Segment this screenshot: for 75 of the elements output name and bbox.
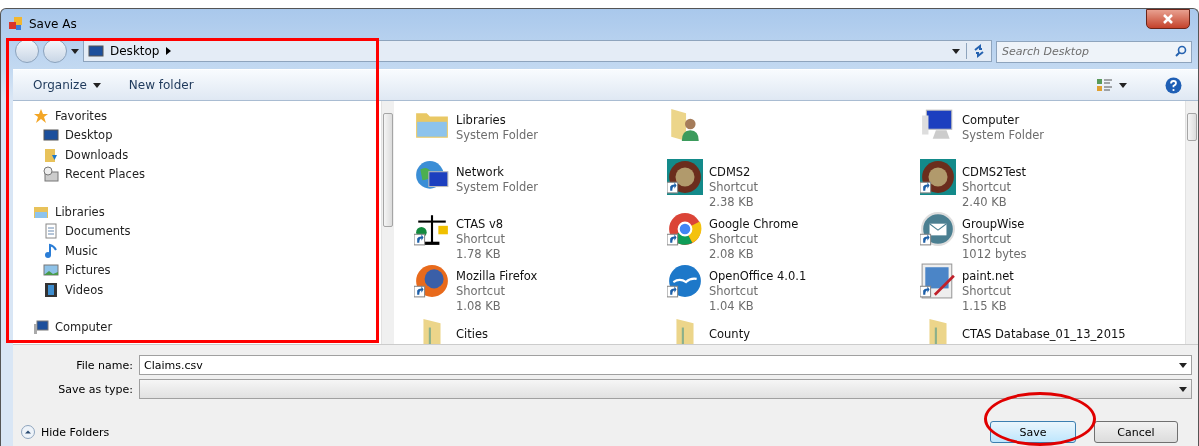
envelope-icon (920, 211, 956, 247)
file-name-field[interactable]: Claims.csv (139, 355, 1192, 375)
nav-item[interactable]: Music (33, 241, 98, 261)
star-icon (33, 107, 49, 124)
nav-item[interactable]: Documents (33, 221, 131, 241)
field-label: Save as type: (57, 382, 134, 396)
round-logo-icon (667, 211, 703, 247)
birds-icon (667, 263, 703, 299)
seal-icon (920, 159, 956, 195)
collapse-icon (21, 425, 35, 439)
caret-icon (1179, 386, 1187, 392)
file-item[interactable]: Google Chrome Shortcut 2.08 KB (667, 211, 920, 263)
monitor-icon (33, 319, 49, 336)
file-item[interactable]: County (667, 315, 920, 344)
nav-item[interactable]: Pictures (33, 260, 111, 280)
film-icon (43, 281, 59, 298)
clock-monitor-icon (43, 166, 59, 183)
organize-button[interactable]: Organize (33, 78, 101, 92)
file-item[interactable]: Libraries System Folder (414, 107, 667, 159)
folder-icon (929, 319, 947, 344)
file-item[interactable]: CDMS2 Shortcut 2.38 KB (667, 159, 920, 211)
folder-icon (676, 319, 694, 344)
file-item[interactable]: Network System Folder (414, 159, 667, 211)
close-icon (1162, 13, 1174, 24)
nav-item[interactable]: Libraries (33, 202, 105, 222)
scrollbar[interactable] (1185, 101, 1198, 344)
file-item[interactable]: CTAS Database_01_13_2015 (920, 315, 1185, 344)
nav-item[interactable]: Videos (33, 280, 104, 300)
close-button[interactable] (1146, 8, 1190, 29)
picture-brush-icon (920, 263, 956, 299)
fox-globe-icon (414, 263, 450, 299)
search-icon (1175, 45, 1187, 57)
file-item[interactable]: CDMS2Test Shortcut 2.40 KB (920, 159, 1185, 211)
new-folder-button[interactable]: New folder (128, 78, 194, 92)
nav-item[interactable]: Favorites (33, 106, 107, 126)
file-item[interactable]: Cities (414, 315, 667, 344)
search-field[interactable]: Search Desktop (996, 40, 1192, 63)
caret-icon (952, 48, 960, 54)
caret-icon (92, 82, 101, 88)
window-title: Save As (29, 16, 78, 31)
document-icon (43, 223, 59, 240)
caret-icon (1119, 82, 1127, 88)
view-icon (1097, 78, 1113, 92)
history-caret-icon (71, 48, 79, 54)
scrollbar[interactable] (381, 101, 394, 344)
help-icon[interactable] (1165, 76, 1182, 94)
app-icon (9, 16, 23, 31)
seal-icon (667, 159, 703, 195)
file-item[interactable]: GroupWise Shortcut 1012 bytes (920, 211, 1185, 263)
file-item[interactable]: OpenOffice 4.0.1 Shortcut 1.04 KB (667, 263, 920, 315)
chevron-icon (165, 47, 171, 55)
monitor-icon (88, 43, 104, 59)
nav-item[interactable]: Computer (33, 317, 113, 337)
music-note-icon (43, 242, 59, 259)
file-item[interactable]: paint.net Shortcut 1.15 KB (920, 263, 1185, 315)
monitor-icon (43, 127, 59, 144)
landscape-icon (43, 262, 59, 279)
nav-item[interactable]: Downloads (33, 145, 129, 165)
file-item[interactable]: Mozilla Firefox Shortcut 1.08 KB (414, 263, 667, 315)
cancel-button[interactable]: Cancel (1094, 421, 1178, 443)
field-label: File name: (75, 358, 134, 372)
view-button[interactable] (1097, 78, 1127, 92)
file-item[interactable]: Computer System Folder (920, 107, 1185, 159)
caret-icon (1179, 362, 1187, 368)
folder-icon (43, 146, 59, 163)
file-type-dropdown[interactable] (139, 379, 1192, 399)
save-button[interactable]: Save (990, 421, 1076, 443)
forward-button[interactable] (43, 39, 67, 63)
hide-folders-button[interactable]: Hide Folders (21, 425, 110, 439)
nav-item[interactable]: Recent Places (33, 164, 145, 184)
file-item[interactable]: CTAS v8 Shortcut 1.78 KB (414, 211, 667, 263)
back-button[interactable] (15, 39, 39, 63)
address-bar[interactable]: Desktop (83, 40, 992, 62)
folder-icon (423, 319, 441, 344)
nav-item[interactable]: Desktop (33, 125, 113, 145)
